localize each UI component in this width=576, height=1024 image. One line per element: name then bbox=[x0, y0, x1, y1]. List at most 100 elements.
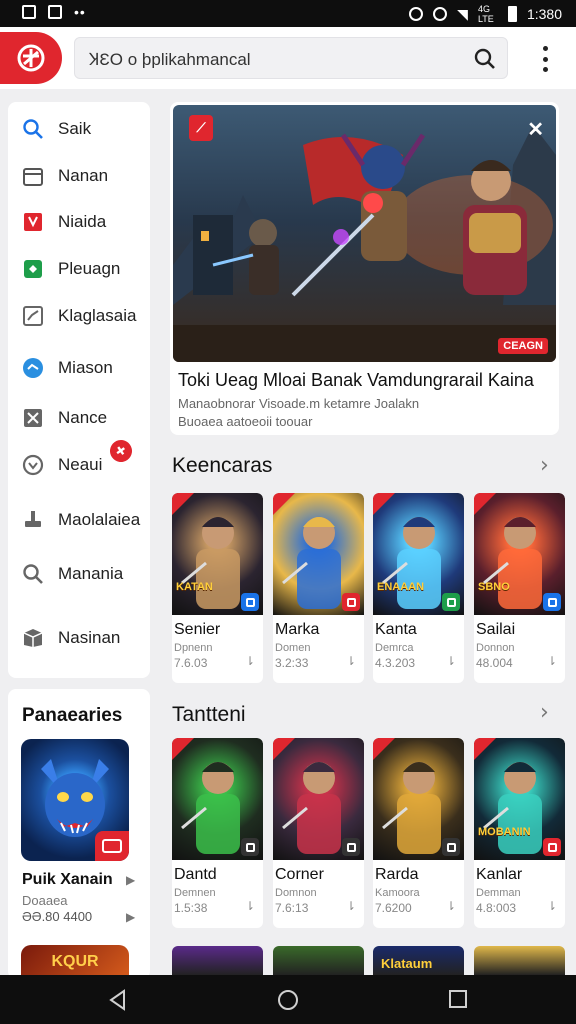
hero-card[interactable]: ⟋ ✕ CEAGN Toki Ueag Mloai Banak Vamdungr… bbox=[170, 102, 559, 435]
app-thumbnail[interactable] bbox=[273, 738, 364, 860]
download-icon[interactable]: ⇂ bbox=[446, 899, 456, 913]
corner-ribbon bbox=[172, 493, 194, 515]
sidebar-item[interactable]: Nanan bbox=[8, 156, 150, 196]
sidebar-item[interactable]: Manania bbox=[8, 554, 150, 594]
hero-logo-icon: ⟋ bbox=[189, 115, 213, 141]
app-thumbnail[interactable]: ENAAAN bbox=[373, 493, 464, 615]
app-meta: 1.5:38 bbox=[174, 901, 208, 915]
sidebar-item[interactable]: Klaglasaia bbox=[8, 296, 150, 336]
chevron-right-icon[interactable]: › bbox=[540, 453, 549, 478]
chat-icon bbox=[22, 357, 44, 379]
sidebar-item[interactable]: Nance bbox=[8, 398, 150, 438]
corner-ribbon bbox=[474, 493, 496, 515]
app-card[interactable]: ENAAAN Kanta Demrca 4.3.203 ⇂ bbox=[373, 493, 464, 683]
heart-icon bbox=[22, 454, 44, 476]
sidebar-item-label: Miason bbox=[58, 358, 113, 377]
search-icon[interactable] bbox=[473, 47, 497, 76]
sidebar-item[interactable]: Saik bbox=[8, 109, 150, 149]
sidebar-item[interactable]: Maolalaiea bbox=[8, 500, 150, 540]
sidebar-item-label: Nance bbox=[58, 408, 108, 427]
app-thumbnail[interactable]: MOBANIN bbox=[474, 738, 565, 860]
app-card[interactable]: MOBANIN Kanlar Demman 4.8:003 ⇂ bbox=[474, 738, 565, 928]
more-vert-icon[interactable] bbox=[534, 46, 556, 72]
sidebar-item[interactable]: Miason bbox=[8, 348, 150, 388]
back-icon[interactable] bbox=[108, 989, 128, 1016]
corner-ribbon bbox=[273, 493, 295, 515]
system-nav-bar bbox=[0, 975, 576, 1024]
sidebar-item[interactable]: Nasinan bbox=[8, 618, 150, 658]
network-label: 4G LTE bbox=[477, 4, 494, 24]
hero-title[interactable]: Toki Ueag Mloai Banak Vamdungrarail Kain… bbox=[178, 370, 534, 391]
notification-icon bbox=[22, 5, 36, 19]
app-badge-icon bbox=[342, 593, 360, 611]
more-icon: •• bbox=[74, 4, 86, 20]
sidebar-item-label: Klaglasaia bbox=[58, 306, 137, 325]
app-thumbnail[interactable] bbox=[474, 946, 565, 975]
recents-icon[interactable] bbox=[448, 989, 468, 1014]
sidebar-item-label: Nanan bbox=[58, 166, 109, 185]
app-card[interactable]: KATAN Senier Dpnenn 7.6.03 ⇂ bbox=[172, 493, 263, 683]
close-box-icon bbox=[22, 407, 44, 429]
clock: 1:380 bbox=[526, 6, 562, 22]
chart-icon bbox=[22, 305, 44, 327]
app-badge-icon bbox=[543, 593, 561, 611]
logo-icon bbox=[17, 44, 45, 72]
app-thumbnail[interactable] bbox=[373, 738, 464, 860]
app-developer: Kamoora bbox=[375, 887, 420, 899]
download-icon[interactable]: ⇂ bbox=[346, 654, 356, 668]
featured-name[interactable]: Puik Xanain bbox=[22, 871, 113, 889]
hero-image[interactable]: ⟋ ✕ CEAGN bbox=[173, 105, 556, 362]
app-developer: Donnon bbox=[476, 642, 515, 654]
download-icon[interactable]: ⇂ bbox=[245, 899, 255, 913]
search-icon bbox=[22, 563, 44, 585]
app-card[interactable]: Corner Domnon 7.6:13 ⇂ bbox=[273, 738, 364, 928]
chevron-right-icon[interactable]: ▶ bbox=[126, 873, 135, 887]
app-card[interactable]: Marka Domen 3.2:33 ⇂ bbox=[273, 493, 364, 683]
app-developer: Dpnenn bbox=[174, 642, 213, 654]
app-name: Kanta bbox=[375, 621, 417, 638]
app-card[interactable]: Rarda Kamoora 7.6200 ⇂ bbox=[373, 738, 464, 928]
app-thumbnail[interactable]: KATAN bbox=[172, 493, 263, 615]
app-meta: 3.2:33 bbox=[275, 656, 309, 670]
corner-ribbon bbox=[172, 738, 194, 760]
app-card[interactable]: Dantd Demnen 1.5:38 ⇂ bbox=[172, 738, 263, 928]
download-icon[interactable]: ⇂ bbox=[245, 654, 255, 668]
app-logo[interactable] bbox=[0, 32, 62, 84]
search-bar[interactable] bbox=[74, 37, 508, 79]
app-card[interactable]: SBNO Sailai Donnon 48.004 ⇂ bbox=[474, 493, 565, 683]
sidebar-item-label: Niaida bbox=[58, 212, 107, 231]
sidebar-item-label: Nasinan bbox=[58, 628, 121, 647]
home-icon[interactable] bbox=[277, 989, 299, 1016]
featured-app-icon[interactable] bbox=[21, 739, 129, 861]
flag-icon bbox=[22, 211, 44, 233]
app-thumbnail[interactable] bbox=[273, 946, 364, 975]
hero-art bbox=[173, 125, 556, 362]
sync-icon bbox=[409, 7, 424, 21]
app-developer: Demrca bbox=[375, 642, 414, 654]
app-thumbnail[interactable]: Klataum bbox=[373, 946, 464, 975]
app-thumbnail[interactable] bbox=[172, 946, 263, 975]
download-icon[interactable]: ⇂ bbox=[547, 654, 557, 668]
app-meta: 4.8:003 bbox=[476, 901, 517, 915]
app-bar bbox=[0, 27, 576, 89]
app-name: Marka bbox=[275, 621, 320, 638]
chevron-right-icon[interactable]: › bbox=[540, 700, 549, 725]
sidebar-item[interactable]: Pleuagn bbox=[8, 249, 150, 289]
app-thumbnail[interactable]: SBNO bbox=[474, 493, 565, 615]
shield-icon bbox=[22, 258, 44, 280]
chevron-right-icon[interactable]: ▶ bbox=[126, 910, 135, 924]
featured-dev: Doaaea bbox=[22, 893, 68, 908]
sidebar-item[interactable]: Niaida bbox=[8, 202, 150, 242]
app-thumbnail[interactable] bbox=[172, 738, 263, 860]
download-icon[interactable]: ⇂ bbox=[346, 899, 356, 913]
close-icon[interactable]: ✕ bbox=[527, 117, 544, 142]
app-badge-icon bbox=[543, 838, 561, 856]
app-thumbnail[interactable] bbox=[273, 493, 364, 615]
app-name: Corner bbox=[275, 866, 324, 883]
panel-thumb[interactable]: KQUR bbox=[21, 945, 129, 979]
corner-ribbon bbox=[373, 738, 395, 760]
search-input[interactable] bbox=[89, 48, 459, 68]
download-icon[interactable]: ⇂ bbox=[547, 899, 557, 913]
app-meta: 7.6:13 bbox=[275, 901, 309, 915]
download-icon[interactable]: ⇂ bbox=[446, 654, 456, 668]
